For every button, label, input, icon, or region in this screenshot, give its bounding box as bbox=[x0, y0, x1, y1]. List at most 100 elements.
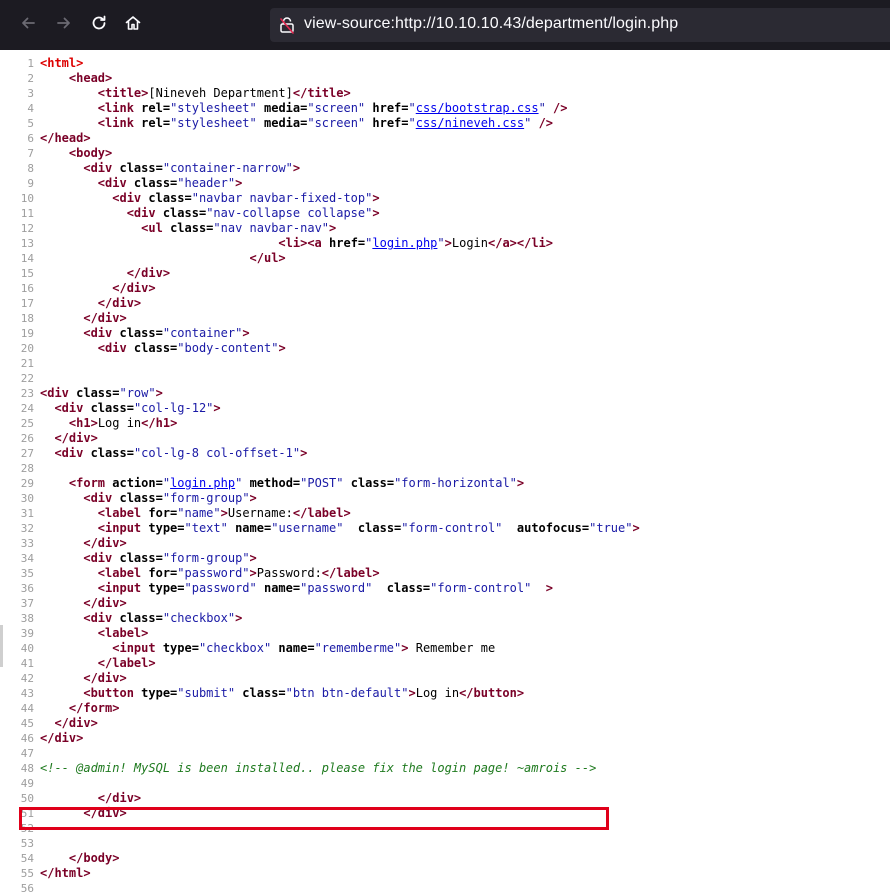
code-token: <div bbox=[83, 161, 120, 175]
line-number: 44 bbox=[20, 702, 34, 715]
line-code: <div class="form-group"> bbox=[40, 491, 256, 505]
code-token: </div> bbox=[112, 281, 156, 295]
line-number: 10 bbox=[20, 192, 34, 205]
line-number: 54 bbox=[20, 852, 34, 865]
line-code: </div> bbox=[40, 431, 97, 445]
source-link[interactable]: css/nineveh.css bbox=[416, 116, 524, 130]
code-token: class= bbox=[235, 686, 286, 700]
code-token: "password" bbox=[177, 566, 250, 580]
code-token: <div bbox=[83, 611, 120, 625]
address-bar-url[interactable]: view-source:http://10.10.10.43/departmen… bbox=[304, 15, 678, 33]
code-token: name= bbox=[227, 521, 272, 535]
line-number: 35 bbox=[20, 567, 34, 580]
line-code: </div> bbox=[40, 731, 83, 745]
code-token: "row" bbox=[119, 386, 156, 400]
line-number: 12 bbox=[20, 222, 34, 235]
code-token: "form-horizontal" bbox=[394, 476, 517, 490]
source-link[interactable]: login.php bbox=[170, 476, 235, 490]
code-token: <div bbox=[54, 401, 91, 415]
code-token: Login bbox=[451, 236, 488, 250]
code-token: "rememberme" bbox=[314, 641, 402, 655]
line-number: 5 bbox=[27, 117, 34, 130]
code-token: rel= bbox=[141, 116, 171, 130]
code-token: > bbox=[249, 566, 257, 580]
source-line: 35 <label for="password">Password:</labe… bbox=[0, 566, 890, 581]
arrow-right-icon bbox=[55, 14, 73, 36]
line-code: <li><a href="login.php">Login</a></li> bbox=[40, 236, 553, 250]
line-number: 53 bbox=[20, 837, 34, 850]
code-token: </title> bbox=[292, 86, 351, 100]
code-token: "stylesheet" bbox=[170, 101, 257, 115]
line-number: 20 bbox=[20, 342, 34, 355]
line-number: 55 bbox=[20, 867, 34, 880]
code-token: <input bbox=[97, 581, 149, 595]
source-line: 10 <div class="navbar navbar-fixed-top"> bbox=[0, 191, 890, 206]
code-token: [Nineveh Department] bbox=[148, 86, 293, 100]
line-number: 29 bbox=[20, 477, 34, 490]
reload-button[interactable] bbox=[83, 9, 115, 41]
source-lines: 1 <html> 2 <head> 3 <title>[Nineveh Departm… bbox=[0, 56, 890, 896]
code-token: </div> bbox=[83, 671, 127, 685]
source-line: 56 bbox=[0, 881, 890, 896]
source-line: 18 </div> bbox=[0, 311, 890, 326]
source-link[interactable]: css/bootstrap.css bbox=[416, 101, 539, 115]
line-number: 4 bbox=[27, 102, 34, 115]
line-number: 15 bbox=[20, 267, 34, 280]
code-token: for= bbox=[148, 506, 178, 520]
line-number: 51 bbox=[20, 807, 34, 820]
source-line: 5 <link rel="stylesheet" media="screen" … bbox=[0, 116, 890, 131]
source-line: 26 </div> bbox=[0, 431, 890, 446]
source-line: 19 <div class="container"> bbox=[0, 326, 890, 341]
code-token: > bbox=[444, 236, 452, 250]
line-code: <button type="submit" class="btn btn-def… bbox=[40, 686, 524, 700]
code-token: <input bbox=[97, 521, 149, 535]
line-code: </div> bbox=[40, 296, 141, 310]
code-token: "col-lg-8 col-offset-1" bbox=[133, 446, 301, 460]
code-token: </div> bbox=[54, 716, 98, 730]
code-token: Log in bbox=[415, 686, 460, 700]
source-link[interactable]: login.php bbox=[372, 236, 437, 250]
code-token: class= bbox=[119, 326, 163, 340]
line-number: 23 bbox=[20, 387, 34, 400]
code-token: "password" bbox=[300, 581, 373, 595]
code-token: /> bbox=[531, 116, 554, 130]
line-code: </div> bbox=[40, 536, 126, 550]
line-code: </div> bbox=[40, 281, 156, 295]
code-token: "container" bbox=[162, 326, 243, 340]
line-code: </div> bbox=[40, 311, 127, 325]
line-code: <input type="password" name="password" c… bbox=[40, 581, 553, 595]
code-token: <link bbox=[97, 116, 142, 130]
forward-button[interactable] bbox=[48, 9, 80, 41]
line-number: 18 bbox=[20, 312, 34, 325]
code-token: "navbar navbar-fixed-top" bbox=[191, 191, 373, 205]
home-button[interactable] bbox=[117, 9, 149, 41]
code-token: class= bbox=[148, 191, 192, 205]
code-token: <div bbox=[40, 386, 77, 400]
source-line: 46 </div> bbox=[0, 731, 890, 746]
source-line: 50 </div> bbox=[0, 791, 890, 806]
code-token: "nav navbar-nav" bbox=[213, 221, 330, 235]
back-button[interactable] bbox=[12, 9, 44, 41]
source-line: 25 <h1>Log in</h1> bbox=[0, 416, 890, 431]
code-token: <div bbox=[97, 176, 134, 190]
page-info-icon[interactable] bbox=[278, 16, 296, 34]
code-token: </div> bbox=[83, 311, 127, 325]
code-token: <div bbox=[54, 446, 91, 460]
code-token: <button bbox=[83, 686, 142, 700]
line-number: 56 bbox=[20, 882, 34, 895]
code-token: " bbox=[437, 236, 445, 250]
code-token: "container-narrow" bbox=[162, 161, 293, 175]
line-number: 46 bbox=[20, 732, 34, 745]
line-number: 1 bbox=[27, 57, 34, 70]
source-line: 9 <div class="header"> bbox=[0, 176, 890, 191]
address-bar[interactable]: view-source:http://10.10.10.43/departmen… bbox=[270, 8, 890, 42]
line-number: 13 bbox=[20, 237, 34, 250]
